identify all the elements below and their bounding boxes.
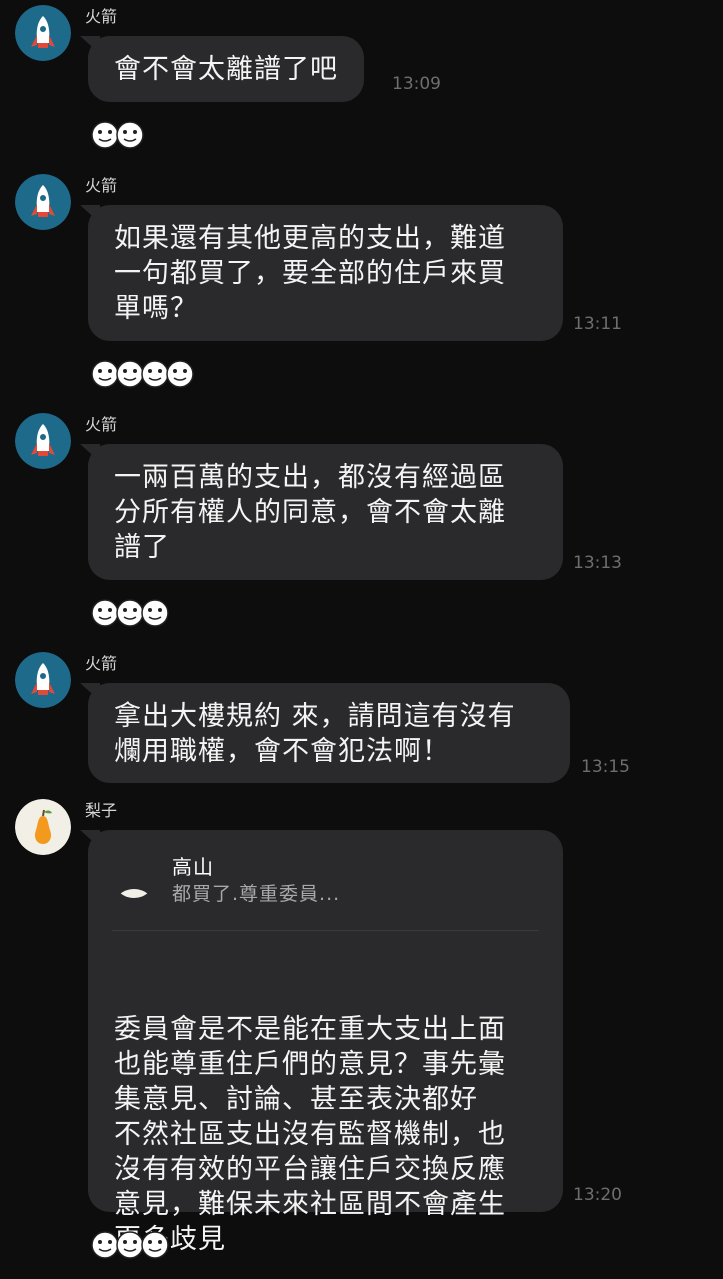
divider [112,930,539,931]
timestamp: 13:11 [573,314,622,334]
message-bubble[interactable]: 會不會太離譜了吧 [88,36,364,102]
rocket-icon [15,174,71,230]
timestamp: 13:09 [392,74,441,94]
reply-avatar [112,854,156,898]
avatar[interactable] [15,652,71,708]
timestamp: 13:13 [573,553,622,573]
reaction-stickers[interactable] [90,598,169,628]
reply-preview[interactable]: 高山 都買了.尊重委員... [112,854,539,1029]
reaction-sticker-icon [141,1231,169,1259]
message-text: 委員會是不是能在重大支出上面 也能尊重住戶們的意見？事先彙 集意見、討論、甚至表… [114,1014,506,1255]
reaction-stickers[interactable] [90,359,194,389]
message-bubble[interactable]: 拿出大樓規約 來，請問這有沒有 爛用職權，會不會犯法啊！ [88,683,570,783]
sender-name: 火箭 [85,176,118,195]
rocket-icon [15,413,71,469]
pear-icon [15,799,71,855]
message-bubble[interactable]: 一兩百萬的支出，都沒有經過區 分所有權人的同意，會不會太離 譜了 [88,444,563,580]
mountain-icon [116,889,152,898]
reaction-stickers[interactable] [90,120,144,150]
rocket-icon [15,652,71,708]
reaction-sticker-icon [166,360,194,388]
reaction-sticker-icon [141,599,169,627]
avatar[interactable] [15,5,71,61]
sender-name: 火箭 [85,7,118,26]
reply-sender-name: 高山 [172,855,214,879]
avatar[interactable] [15,413,71,469]
reaction-sticker-icon [116,121,144,149]
timestamp: 13:20 [573,1185,622,1205]
message-bubble[interactable]: 如果還有其他更高的支出，難道 一句都買了，要全部的住戶來買 單嗎？ [88,205,563,341]
sender-name: 火箭 [85,415,118,434]
avatar[interactable] [15,799,71,855]
message-bubble[interactable]: 高山 都買了.尊重委員... 委員會是不是能在重大支出上面 也能尊重住戶們的意見… [88,830,563,1255]
sender-name: 梨子 [85,801,118,820]
avatar[interactable] [15,174,71,230]
rocket-icon [15,5,71,61]
sender-name: 火箭 [85,654,118,673]
reply-quoted-text: 都買了.尊重委員... [172,883,341,905]
reaction-stickers[interactable] [90,1230,169,1260]
timestamp: 13:15 [581,757,630,777]
